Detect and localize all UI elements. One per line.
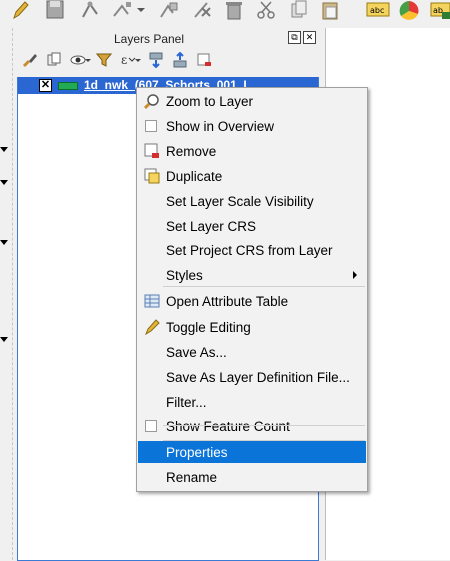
menu-item-set-project-crs-from-layer[interactable]: Set Project CRS from Layer [138,239,366,261]
menu-item-set-layer-crs[interactable]: Set Layer CRS [138,215,366,237]
chevron-down-icon[interactable] [134,52,142,68]
label-pin-icon[interactable]: ab [430,0,450,20]
duplicate-layer-icon [144,168,160,184]
delete-part-icon[interactable] [192,0,212,20]
chevron-down-icon[interactable] [0,240,8,245]
pencil-icon[interactable] [10,0,30,20]
chevron-down-icon[interactable] [136,0,156,20]
add-feature-icon[interactable] [158,0,178,20]
chevron-down-icon[interactable] [0,180,8,185]
menu-checkbox[interactable] [145,420,157,432]
label-abc-icon[interactable]: abc [366,0,390,20]
menu-item-label: Open Attribute Table [166,294,289,309]
layer-symbol-icon [58,82,78,90]
paste-icon[interactable] [320,0,340,20]
chevron-down-icon[interactable] [0,337,8,342]
submenu-arrow-icon [353,271,357,279]
chevron-down-icon[interactable] [0,147,8,152]
menu-item-label: Styles [166,268,203,283]
main-toolbar: abc ab [0,0,450,25]
move-feature-icon[interactable] [112,0,132,20]
attribute-table-icon [144,293,160,309]
menu-item-save-as[interactable]: Save As... [138,341,366,363]
menu-item-show-feature-count[interactable]: Show Feature Count [138,415,366,437]
chevron-down-icon[interactable] [84,52,92,68]
menu-item-label: Properties [166,445,228,460]
menu-item-label: Show in Overview [166,119,275,134]
menu-item-label: Set Project CRS from Layer [166,243,333,258]
close-panel-button[interactable]: ✕ [303,31,316,44]
delete-icon[interactable] [224,0,244,20]
menu-item-label: Zoom to Layer [166,94,254,109]
menu-item-filter[interactable]: Filter... [138,391,366,413]
left-dock-strip [0,28,13,560]
menu-item-zoom-to-layer[interactable]: Zoom to Layer [138,90,366,112]
expand-all-icon[interactable] [148,52,164,69]
node-tool-icon[interactable] [80,0,100,20]
menu-item-label: Save As... [166,345,227,360]
menu-item-label: Set Layer CRS [166,219,257,234]
menu-item-label: Toggle Editing [166,320,251,335]
menu-item-label: Save As Layer Definition File... [166,370,350,385]
remove-layer-icon [144,143,160,159]
menu-item-duplicate[interactable]: Duplicate [138,165,366,187]
copy-icon[interactable] [289,0,309,20]
zoom-icon [143,93,160,110]
pie-chart-icon[interactable] [398,0,419,20]
menu-item-set-layer-scale-visibility[interactable]: Set Layer Scale Visibility [138,190,366,212]
pencil-icon [144,319,160,336]
abc-pin-label-text: ab [433,6,443,15]
menu-separator [163,286,365,287]
panel-title: Layers Panel [113,32,185,46]
cut-icon[interactable] [256,0,276,20]
remove-layer-icon[interactable] [196,52,212,68]
menu-item-label: Duplicate [166,169,223,184]
menu-item-open-attribute-table[interactable]: Open Attribute Table [138,290,366,312]
menu-item-toggle-editing[interactable]: Toggle Editing [138,316,366,338]
menu-item-properties[interactable]: Properties [138,441,366,463]
collapse-all-icon[interactable] [172,51,188,68]
menu-item-styles[interactable]: Styles [138,264,366,286]
style-brush-icon[interactable] [22,52,38,68]
menu-item-label: Set Layer Scale Visibility [166,194,314,209]
layer-context-menu: Zoom to Layer Show in Overview Remove Dupli… [136,87,368,492]
menu-item-remove[interactable]: Remove [138,140,366,162]
menu-checkbox[interactable] [145,120,157,132]
menu-item-show-in-overview[interactable]: Show in Overview [138,115,366,137]
menu-separator [163,440,365,441]
menu-separator [163,425,365,426]
menu-item-label: Rename [166,470,218,485]
layer-visibility-checkbox[interactable]: ✕ [39,79,52,92]
save-icon[interactable] [45,0,65,20]
filter-icon[interactable] [95,52,113,68]
float-panel-button[interactable]: ⧉ [288,31,301,44]
menu-item-rename[interactable]: Rename [138,466,366,488]
svg-text:ε: ε [121,53,127,67]
add-group-icon[interactable] [46,52,62,68]
menu-item-label: Remove [166,144,217,159]
menu-item-label: Show Feature Count [166,419,290,434]
abc-label-text: abc [370,6,384,15]
menu-item-save-as-layer-definition-file[interactable]: Save As Layer Definition File... [138,366,366,388]
menu-item-label: Filter... [166,395,207,410]
